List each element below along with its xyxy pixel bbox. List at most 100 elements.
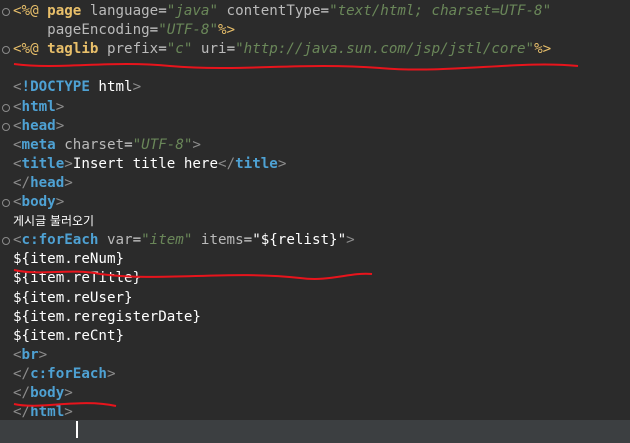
code-token: < (13, 79, 22, 96)
code-line[interactable]: <title>Insert title here</title> (13, 155, 286, 174)
code-line[interactable]: ${item.reCnt} (13, 327, 124, 346)
code-token: 게시글 불러오기 (13, 214, 95, 229)
underline-taglib (13, 63, 579, 71)
code-token: ${item.reUser} (13, 289, 133, 306)
code-token: meta (21, 136, 56, 153)
code-token: Insert title here (72, 155, 219, 172)
code-token: html (89, 79, 133, 96)
code-line[interactable]: <br> (13, 346, 47, 365)
code-token: > (64, 385, 73, 401)
code-token: > (64, 404, 73, 421)
code-line[interactable]: <html> (13, 98, 64, 117)
code-line[interactable]: <%@ page language="java" contentType="te… (13, 2, 551, 21)
code-line[interactable]: <!DOCTYPE html> (13, 78, 141, 97)
code-editor[interactable]: <%@ page language="java" contentType="te… (0, 0, 630, 443)
code-token: pageEncoding (13, 22, 150, 39)
code-token: c:forEach (21, 232, 99, 249)
code-line[interactable]: </c:forEach> (13, 365, 116, 384)
code-line[interactable]: <body> (13, 193, 64, 212)
code-token: "http://java.sun.com/jsp/jstl/core" (235, 41, 535, 58)
code-token: < (13, 194, 22, 210)
fold-marker-icon[interactable] (2, 199, 10, 207)
code-token: < (13, 98, 22, 115)
code-line[interactable]: <meta charset="UTF-8"> (13, 136, 201, 155)
code-token: <%@ (13, 3, 48, 19)
code-line[interactable]: </body> (13, 384, 73, 403)
code-token: head (21, 117, 56, 134)
code-token: > (277, 155, 287, 172)
code-token: </ (13, 174, 31, 191)
code-token: taglib (47, 41, 99, 58)
code-token: </ (218, 155, 236, 172)
code-token: = (158, 3, 167, 19)
code-token: ${item.reTitle} (13, 270, 142, 287)
code-token: < (13, 155, 22, 172)
code-line[interactable]: <c:forEach var="item" items="${relist}"> (13, 231, 355, 250)
code-token: page (47, 3, 82, 19)
code-token: </ (13, 404, 31, 421)
code-token: < (13, 136, 22, 153)
code-token: items (192, 232, 244, 249)
code-token: = (226, 41, 236, 58)
code-token: = (132, 232, 142, 249)
code-token: prefix (98, 41, 159, 58)
code-line[interactable]: 게시글 불러오기 (13, 212, 94, 231)
code-token: uri (192, 41, 227, 58)
code-line[interactable]: ${item.reregisterDate} (13, 308, 201, 327)
code-token: language (81, 3, 159, 19)
fold-marker-icon[interactable] (2, 46, 10, 55)
code-line[interactable]: <%@ taglib prefix="c" uri="http://java.s… (13, 40, 551, 59)
code-token: %> (218, 22, 236, 39)
code-line[interactable]: ${item.reUser} (13, 289, 133, 308)
code-token: = (158, 41, 167, 58)
code-token: </ (13, 385, 31, 401)
code-token: > (55, 194, 65, 210)
code-token: body (30, 385, 65, 401)
code-line[interactable]: </html> (13, 403, 73, 422)
code-token: ${item.reNum} (13, 251, 125, 268)
code-line[interactable]: </head> (13, 174, 73, 193)
code-line[interactable]: pageEncoding="UTF-8"%> (13, 21, 235, 40)
code-token: > (346, 232, 355, 249)
fold-marker-icon[interactable] (2, 237, 10, 246)
code-line[interactable]: ${item.reTitle} (13, 269, 141, 288)
code-token: "c" (166, 41, 193, 58)
code-token: <%@ (13, 41, 48, 58)
code-token: "UTF-8" (158, 22, 219, 39)
code-token: > (132, 79, 142, 96)
code-token: = (243, 232, 253, 249)
text-caret (76, 421, 78, 438)
code-token: > (64, 155, 73, 172)
code-line[interactable]: ${item.reNum} (13, 250, 124, 269)
code-token: = (124, 136, 133, 153)
code-token: title (21, 155, 65, 172)
code-token: charset (55, 136, 125, 153)
code-token: html (30, 404, 65, 421)
code-token: head (30, 174, 65, 191)
fold-marker-icon[interactable] (2, 103, 10, 112)
code-token: < (13, 346, 22, 363)
code-token: = (320, 3, 330, 19)
code-token: > (55, 98, 65, 115)
code-token: > (192, 136, 201, 153)
code-token: = (149, 22, 159, 39)
code-token: html (21, 98, 56, 115)
code-token: ${item.reCnt} (13, 327, 125, 344)
code-token: contentType (218, 3, 321, 19)
fold-marker-icon[interactable] (2, 8, 10, 16)
code-token: "text/html; charset=UTF-8" (329, 3, 552, 19)
code-token: > (106, 365, 116, 382)
code-token: body (21, 194, 56, 210)
code-token: "UTF-8" (132, 136, 193, 153)
code-token: < (13, 117, 22, 134)
code-line[interactable]: <head> (13, 117, 64, 136)
code-token: "${relist}" (252, 232, 347, 249)
code-token: "item" (141, 232, 193, 249)
code-token: title (235, 155, 278, 172)
code-token: br (21, 346, 39, 363)
code-token: > (64, 174, 73, 191)
fold-marker-icon[interactable] (2, 122, 10, 131)
code-token: < (13, 232, 22, 249)
code-token: ${item.reregisterDate} (13, 308, 201, 325)
code-token: > (55, 117, 65, 134)
